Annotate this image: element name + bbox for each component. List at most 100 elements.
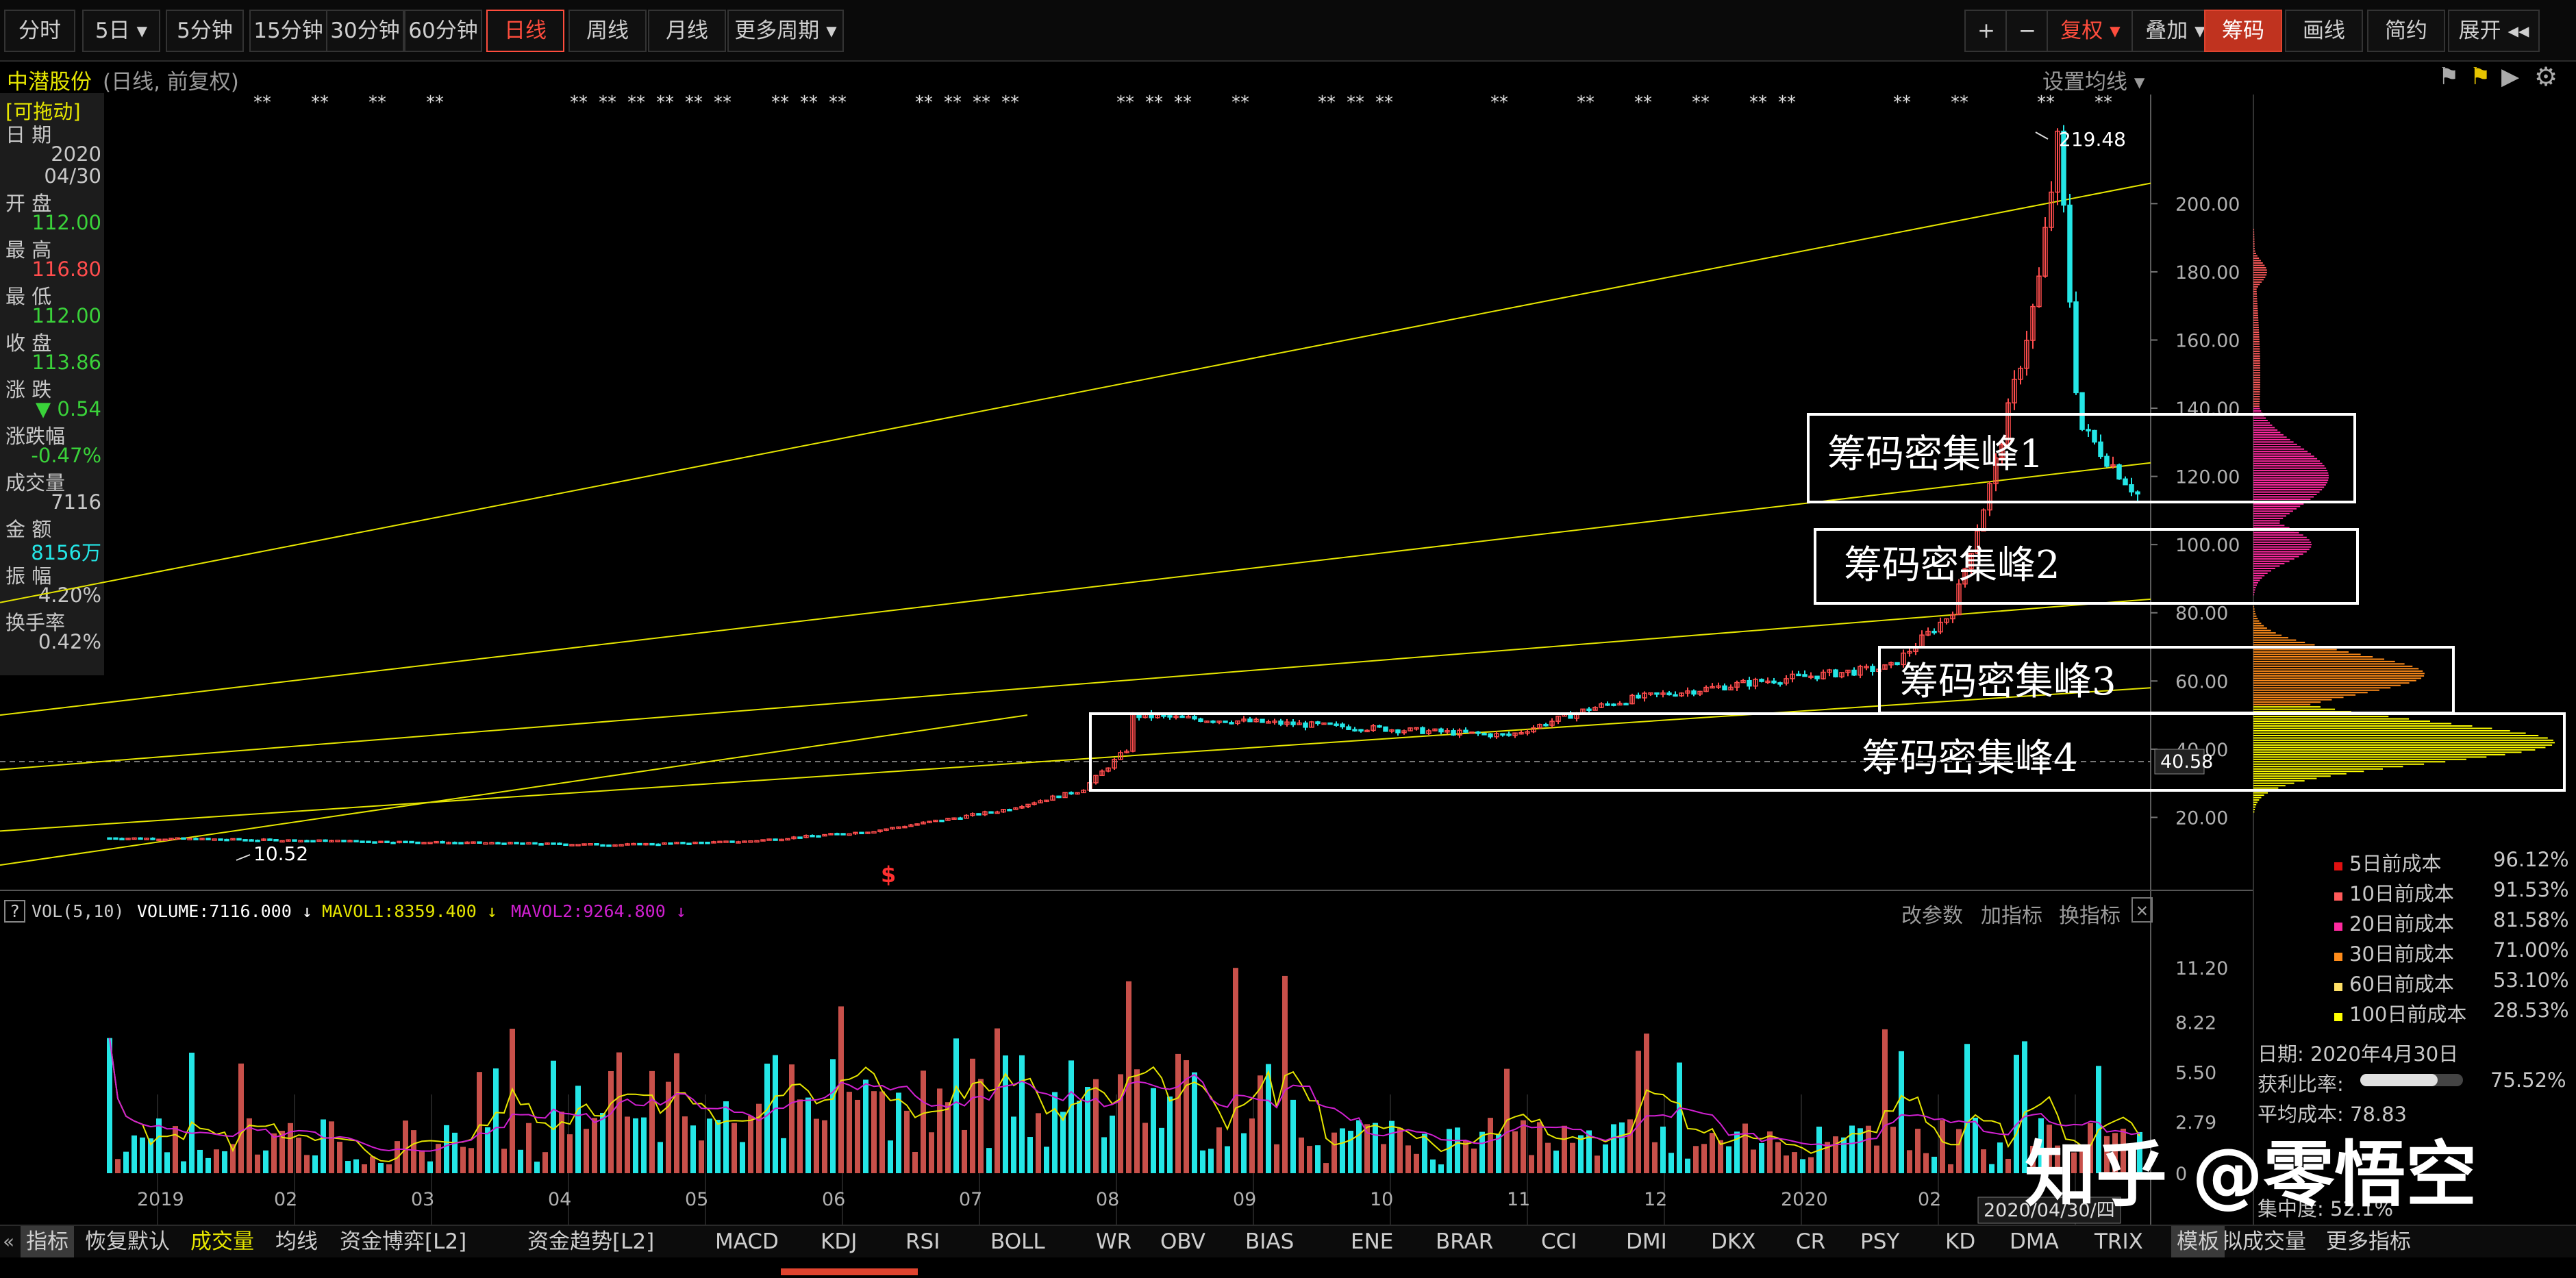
zoom-out-button[interactable]: − [2005, 10, 2049, 52]
volume-bar [1331, 1132, 1337, 1173]
volume-bar [288, 1123, 293, 1173]
tab-15min[interactable]: 15分钟 [249, 10, 327, 52]
volume-bar [1882, 1029, 1888, 1173]
indicator-tab[interactable]: MACD [715, 1226, 779, 1257]
indicator-tab[interactable]: TRIX [2094, 1226, 2143, 1257]
indicator-tab[interactable]: 资金博弈[L2] [340, 1226, 466, 1257]
volume-bar [1562, 1125, 1567, 1173]
signal-star: ** [1893, 92, 1911, 113]
candle [181, 837, 186, 840]
indicator-tab[interactable]: CR [1796, 1226, 1825, 1257]
add-indicator-button[interactable]: 加指标 [1981, 899, 2042, 929]
indicator-tab[interactable]: BIAS [1245, 1226, 1294, 1257]
close-icon[interactable]: ✕ [2131, 897, 2153, 923]
candle [637, 842, 642, 846]
kline-chart[interactable]: 200.00180.00160.00140.00120.00100.0080.0… [0, 60, 2576, 1225]
indicator-tab[interactable]: WR [1096, 1226, 1131, 1257]
volume-bar [1660, 1126, 1666, 1173]
volume-bar [1603, 1144, 1608, 1173]
indicator-tab[interactable]: KDJ [821, 1226, 857, 1257]
indicator-tab[interactable]: 模板 [2171, 1226, 2225, 1257]
candle [1777, 682, 1783, 685]
volume-bar [353, 1159, 359, 1173]
expand-button[interactable]: 展开 ◂◂ [2448, 10, 2540, 52]
volume-bar [1471, 1149, 1477, 1173]
cost-value-30d: 71.00% [2493, 938, 2569, 962]
signal-star: ** [1001, 92, 1019, 113]
volume-bar [2014, 1055, 2019, 1173]
adjust-button[interactable]: 复权 ▾ [2047, 10, 2134, 52]
indicator-tab[interactable]: 恢复默认 [85, 1226, 170, 1257]
candle [384, 840, 390, 844]
volume-bar [1915, 1129, 1921, 1173]
candle [403, 840, 408, 844]
volume-bar [255, 1154, 260, 1173]
indicator-tab[interactable]: BOLL [990, 1226, 1045, 1257]
volume-bar [1907, 1150, 1912, 1173]
tab-30min[interactable]: 30分钟 [326, 10, 404, 52]
volume-bar [1192, 1072, 1197, 1173]
volume-bar [1923, 1153, 1929, 1173]
indicator-tab[interactable]: BRAR [1436, 1226, 1493, 1257]
candle [273, 839, 279, 842]
edit-params-button[interactable]: 改参数 [1901, 899, 1963, 929]
candle [834, 833, 840, 836]
volume-bar [271, 1133, 277, 1173]
tab-intraday[interactable]: 分时 [4, 10, 75, 52]
candle [1007, 809, 1012, 812]
indicator-tab[interactable]: 指标 [21, 1226, 74, 1257]
tab-daily[interactable]: 日线 [486, 10, 564, 52]
draw-line-button[interactable]: 画线 [2285, 10, 2363, 52]
candle [686, 842, 692, 845]
volume-bar [1134, 1069, 1140, 1173]
signal-star: ** [1347, 92, 1364, 113]
volume-bar [830, 1059, 836, 1173]
indicator-tab[interactable]: 更多指标 [2326, 1226, 2411, 1257]
indicator-tab[interactable]: KD [1945, 1226, 1975, 1257]
chip-peak-label-1: 筹码密集峰1 [1827, 432, 2044, 477]
cost-value-5d: 96.12% [2493, 848, 2569, 871]
indicator-tab[interactable]: DMA [2010, 1226, 2059, 1257]
simple-mode-button[interactable]: 简约 [2367, 10, 2445, 52]
volume-bar [1093, 1079, 1099, 1173]
help-icon[interactable]: ? [4, 900, 26, 923]
signal-star: ** [1116, 92, 1134, 113]
candle [477, 841, 482, 844]
chip-distribution-button[interactable]: 筹码 [2204, 10, 2282, 52]
candle [699, 841, 704, 844]
indicator-tab[interactable]: DKX [1711, 1226, 1755, 1257]
candle [1586, 708, 1592, 712]
volume-bar [559, 1112, 564, 1173]
indicator-tab[interactable]: DMI [1626, 1226, 1667, 1257]
volume-bar [1890, 1127, 1896, 1173]
tab-5day[interactable]: 5日 ▾ [82, 10, 160, 52]
bottom-scroll-indicator[interactable] [781, 1268, 918, 1275]
tab-5min[interactable]: 5分钟 [166, 10, 244, 52]
volume-bar [995, 1028, 1000, 1173]
indicator-tab[interactable]: RSI [905, 1226, 940, 1257]
candle [415, 841, 421, 844]
zoom-in-button[interactable]: + [1964, 10, 2008, 52]
tab-weekly[interactable]: 周线 [568, 10, 647, 52]
indicator-tab[interactable]: 成交量 [190, 1226, 254, 1257]
cost-value-100d: 28.53% [2493, 999, 2569, 1022]
tab-60min[interactable]: 60分钟 [404, 10, 482, 52]
tab-monthly[interactable]: 月线 [648, 10, 726, 52]
volume-bar [1068, 1060, 1074, 1173]
scroll-left-icon[interactable]: « [3, 1226, 14, 1257]
signal-marker: $ [881, 862, 896, 888]
indicator-tab[interactable]: ENE [1351, 1226, 1393, 1257]
volume-bar [584, 1129, 589, 1173]
profit-ratio-fill [2360, 1074, 2438, 1086]
month-tick-label: 07 [959, 1189, 982, 1210]
candle [1747, 679, 1752, 687]
indicator-tab[interactable]: 资金趋势[L2] [527, 1226, 654, 1257]
volume-bar [1858, 1128, 1863, 1173]
indicator-tab[interactable]: CCI [1541, 1226, 1577, 1257]
indicator-tab[interactable]: 均线 [275, 1226, 318, 1257]
indicator-tab[interactable]: OBV [1160, 1226, 1205, 1257]
switch-indicator-button[interactable]: 换指标 [2059, 899, 2121, 929]
volume-bar [1874, 1145, 1879, 1173]
indicator-tab[interactable]: PSY [1860, 1226, 1899, 1257]
tab-more-periods[interactable]: 更多周期 ▾ [727, 10, 844, 52]
